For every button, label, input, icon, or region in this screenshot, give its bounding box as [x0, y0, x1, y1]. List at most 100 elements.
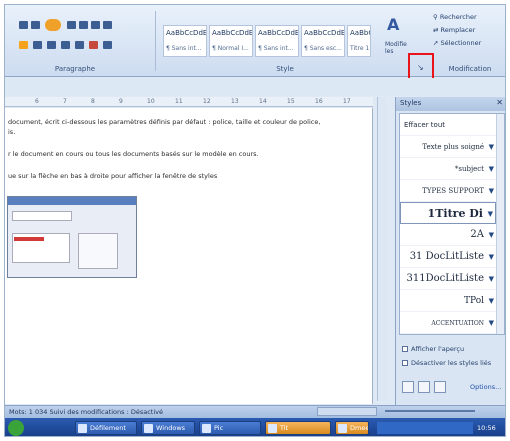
dropdown-arrow-icon[interactable]: ▼ [489, 180, 494, 201]
dropdown-arrow-icon[interactable]: ▼ [489, 268, 494, 289]
show-preview-checkbox[interactable]: Afficher l'aperçu [402, 345, 464, 353]
taskbar-clock: 10:56 [477, 424, 496, 432]
sort-icon[interactable] [91, 21, 100, 29]
ruler-mark: 15 [287, 98, 295, 105]
style-preview: AaBbCcDdE [166, 29, 207, 37]
ruler-mark: 9 [119, 98, 123, 105]
style-no-spacing[interactable]: AaBbCcDdE ¶ Sans int... [163, 25, 207, 57]
doc-text-line: is. [8, 128, 16, 136]
shading-icon[interactable] [89, 41, 98, 49]
status-bar: Mots: 1 034 Suivi des modifications : Dé… [5, 405, 505, 418]
dropdown-arrow-icon[interactable]: ▼ [489, 246, 494, 267]
ruler-mark: 14 [259, 98, 267, 105]
style-name: ¶ Sans int... [258, 45, 294, 52]
dropdown-arrow-icon[interactable]: ▼ [489, 312, 494, 333]
group-label-modification: Modification [448, 65, 492, 73]
view-buttons[interactable] [317, 407, 377, 416]
style-list-label: TPol [464, 296, 484, 306]
taskbar-button-label: Windows [156, 424, 186, 432]
indent-decrease-icon[interactable] [67, 21, 76, 29]
style-list-label: Effacer tout [404, 121, 446, 129]
ruler-mark: 12 [203, 98, 211, 105]
new-style-button[interactable] [402, 381, 414, 393]
select-button[interactable]: ➚ Sélectionner [433, 39, 481, 47]
document-page[interactable]: document, écrit ci-dessous les paramètre… [5, 108, 373, 404]
taskbar-button-active[interactable]: Tit [265, 421, 331, 435]
status-text: Mots: 1 034 Suivi des modifications : Dé… [9, 408, 163, 416]
style-no-spacing-2[interactable]: AaBbCcDdE ¶ Sans int... [255, 25, 299, 57]
style-no-escape[interactable]: AaBbCcDdE ¶ Sans esc... [301, 25, 345, 57]
bullets-icon[interactable] [19, 21, 28, 29]
dropdown-arrow-icon[interactable]: ▼ [488, 203, 493, 223]
style-list-item[interactable]: Effacer tout [400, 114, 496, 136]
horizontal-ruler: 6 7 8 9 10 11 12 13 14 15 16 17 [5, 97, 373, 107]
style-inspector-button[interactable] [418, 381, 430, 393]
binoculars-icon: ⚲ [433, 13, 438, 21]
manage-styles-button[interactable] [434, 381, 446, 393]
style-list-item[interactable]: 311DocLitListe ▼ [400, 268, 496, 290]
style-list-item[interactable]: *subject ▼ [400, 158, 496, 180]
style-name: Titre 1 [350, 45, 370, 52]
dropdown-arrow-icon[interactable]: ▼ [489, 224, 494, 245]
styles-pane-header: Styles ✕ [396, 97, 505, 111]
style-list-item-selected[interactable]: 1Titre Di ▼ [400, 202, 496, 224]
style-normal[interactable]: AaBbCcDdE ¶ Normal I... [209, 25, 253, 57]
ruler-mark: 10 [147, 98, 155, 105]
ruler-mark: 16 [315, 98, 323, 105]
embedded-screenshot-image [7, 196, 137, 278]
show-marks-icon[interactable] [103, 21, 112, 29]
modify-styles-label: Modifier les styles [385, 41, 407, 55]
replace-label: Remplacer [440, 26, 476, 34]
style-name: ¶ Sans int... [166, 45, 202, 52]
styles-list-scrollbar[interactable] [496, 114, 504, 334]
style-preview: AaBbCcDdE [212, 29, 253, 37]
system-tray [377, 422, 473, 434]
indent-increase-icon[interactable] [79, 21, 88, 29]
style-list-item[interactable]: 2A ▼ [400, 224, 496, 246]
taskbar-button[interactable]: Dmeet [335, 421, 369, 435]
taskbar-button[interactable]: Windows [141, 421, 195, 435]
style-heading-1[interactable]: AaBbCc Titre 1 [347, 25, 371, 57]
taskbar-button-label: Défilement [90, 424, 126, 432]
styles-pane-title: Styles [400, 99, 422, 107]
zoom-slider[interactable] [385, 410, 475, 412]
align-left-icon[interactable] [19, 41, 28, 49]
start-button-icon[interactable] [8, 420, 24, 436]
style-list-item[interactable]: ACCENTUATION ▼ [400, 312, 496, 334]
styles-a-icon: A [387, 15, 400, 34]
taskbar-button-label: Dmeet [350, 424, 369, 432]
align-right-icon[interactable] [47, 41, 56, 49]
style-list-item[interactable]: 31 DocLitListe ▼ [400, 246, 496, 268]
options-link[interactable]: Options... [470, 383, 501, 391]
style-list-item[interactable]: TYPES SUPPORT ▼ [400, 180, 496, 202]
ribbon-footer-bar [5, 78, 505, 96]
doc-text-line: ue sur la flèche en bas à droite pour af… [8, 172, 218, 180]
highlight-icon[interactable] [45, 19, 61, 31]
word-window: Paragraphe AaBbCcDdE ¶ Sans int... AaBbC… [4, 4, 506, 437]
show-preview-label: Afficher l'aperçu [411, 345, 465, 353]
select-label: Sélectionner [440, 39, 482, 47]
style-list-label: *subject [454, 165, 484, 173]
justify-icon[interactable] [61, 41, 70, 49]
group-label-style: Style [276, 65, 294, 73]
align-center-icon[interactable] [33, 41, 42, 49]
line-spacing-icon[interactable] [75, 41, 84, 49]
modify-styles-button[interactable]: A Modifier les styles [385, 13, 407, 63]
disable-linked-styles-checkbox[interactable]: Désactiver les styles liés [402, 359, 491, 367]
taskbar-button[interactable]: Défilement [75, 421, 137, 435]
style-list-item[interactable]: Texte plus soigné ▼ [400, 136, 496, 158]
replace-button[interactable]: ⇄ Remplacer [433, 26, 475, 34]
numbering-icon[interactable] [31, 21, 40, 29]
dropdown-arrow-icon[interactable]: ▼ [489, 136, 494, 157]
find-button[interactable]: ⚲ Rechercher [433, 13, 477, 21]
styles-pane: Styles ✕ Effacer tout Texte plus soigné ▼… [395, 97, 505, 405]
borders-icon[interactable] [103, 41, 112, 49]
dropdown-arrow-icon[interactable]: ▼ [489, 290, 494, 311]
style-list-label: ACCENTUATION [431, 320, 484, 327]
taskbar-button[interactable]: Pic [199, 421, 261, 435]
close-icon[interactable]: ✕ [496, 98, 503, 107]
vertical-scrollbar[interactable] [377, 97, 387, 401]
dropdown-arrow-icon[interactable]: ▼ [489, 158, 494, 179]
style-preview: AaBbCc [350, 29, 370, 37]
style-list-item[interactable]: TPol ▼ [400, 290, 496, 312]
